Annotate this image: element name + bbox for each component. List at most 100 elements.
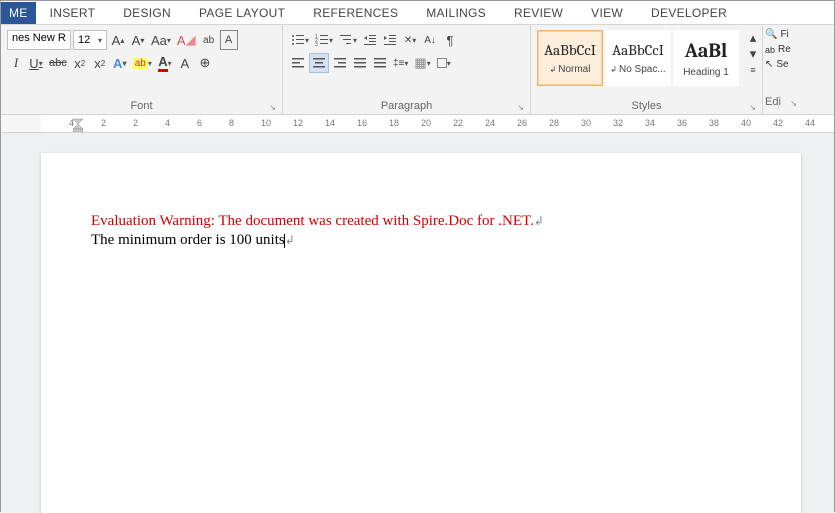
ruler-tick: 38 (709, 118, 719, 128)
increase-font-icon[interactable]: A▴ (109, 30, 127, 50)
ribbon: nes New R 12▾ A▴ A▾ Aa▾ A◢ ab A I U ▾ ab… (1, 25, 834, 115)
distributed-icon[interactable] (371, 53, 389, 73)
text-effects-icon[interactable]: A▾ (111, 53, 129, 73)
style-name-label: Heading 1 (683, 67, 729, 78)
select-icon: ↖ (765, 59, 773, 70)
style-preview-text: AaBbCcI (544, 41, 596, 59)
ruler-tick: 8 (229, 118, 234, 128)
show-paragraph-marks-icon[interactable]: ¶ (441, 30, 459, 50)
asian-layout-icon[interactable]: ✕▾ (401, 30, 419, 50)
superscript-icon[interactable]: x2 (91, 53, 109, 73)
bullets-icon[interactable]: ▾ (289, 30, 311, 50)
style-preview-text: AaBbCcI (612, 41, 664, 59)
ribbon-tabs: ME INSERT DESIGN PAGE LAYOUT REFERENCES … (1, 1, 834, 25)
character-shading-icon[interactable]: A (176, 53, 194, 73)
editing-group: 🔍Fi abRe ↖Se Edi (763, 25, 799, 114)
ruler-tick: 10 (261, 118, 271, 128)
align-left-icon[interactable] (289, 53, 307, 73)
ruler-tick: 24 (485, 118, 495, 128)
document-body-text[interactable]: The minimum order is 100 units↲ (91, 232, 741, 249)
styles-expand-icon[interactable]: ≡ (744, 62, 762, 78)
font-color-icon[interactable]: A▾ (156, 53, 174, 73)
ruler-tick: 36 (677, 118, 687, 128)
ruler-tick: 2 (133, 118, 138, 128)
sort-icon[interactable]: A↓ (421, 30, 439, 50)
styles-group-label: Styles (537, 98, 756, 114)
tab-view[interactable]: VIEW (577, 2, 637, 24)
ruler-tick: 30 (581, 118, 591, 128)
style-preview-text: AaBl (685, 39, 727, 62)
ruler-tick: 14 (325, 118, 335, 128)
find-button[interactable]: 🔍Fi (765, 29, 797, 40)
ruler-tick: 4 (165, 118, 170, 128)
document-area[interactable]: Evaluation Warning: The document was cre… (1, 133, 834, 513)
multilevel-list-icon[interactable]: ▾ (337, 30, 359, 50)
ruler-tick: 6 (197, 118, 202, 128)
underline-icon[interactable]: U ▾ (27, 53, 45, 73)
highlight-icon[interactable]: ab▾ (131, 53, 154, 73)
increase-indent-icon[interactable] (381, 30, 399, 50)
ruler-tick: 26 (517, 118, 527, 128)
tab-insert[interactable]: INSERT (36, 2, 110, 24)
style-heading1[interactable]: AaBl Heading 1 (673, 30, 739, 86)
style-name-label: ↲No Spac... (610, 64, 665, 75)
replace-button[interactable]: abRe (765, 44, 797, 55)
font-name-combo[interactable]: nes New R (7, 30, 71, 50)
horizontal-ruler[interactable]: 4224681012141618202224262830323436384042… (1, 115, 834, 133)
editing-group-label: Edi (765, 94, 797, 110)
clear-formatting-icon[interactable]: A◢ (175, 30, 198, 50)
styles-scroll-up-icon[interactable]: ▴ (744, 30, 762, 46)
strikethrough-icon[interactable]: abc (47, 53, 69, 73)
ruler-tick: 22 (453, 118, 463, 128)
style-name-label: ↲Normal (550, 64, 591, 75)
shading-icon[interactable]: ▦▾ (412, 53, 432, 73)
ruler-tick: 12 (293, 118, 303, 128)
numbering-icon[interactable]: 123▾ (313, 30, 335, 50)
decrease-indent-icon[interactable] (361, 30, 379, 50)
evaluation-warning-text: Evaluation Warning: The document was cre… (91, 213, 741, 230)
tab-mailings[interactable]: MAILINGS (412, 2, 500, 24)
ruler-tick: 18 (389, 118, 399, 128)
tab-page-layout[interactable]: PAGE LAYOUT (185, 2, 299, 24)
find-icon: 🔍 (765, 29, 777, 40)
ruler-tick: 20 (421, 118, 431, 128)
change-case-icon[interactable]: Aa▾ (149, 30, 173, 50)
character-border-icon[interactable]: A (220, 30, 238, 50)
italic-icon[interactable]: I (7, 53, 25, 73)
borders-icon[interactable]: ▾ (435, 53, 453, 73)
subscript-icon[interactable]: x2 (71, 53, 89, 73)
decrease-font-icon[interactable]: A▾ (129, 30, 147, 50)
font-size-combo[interactable]: 12▾ (73, 30, 107, 50)
select-button[interactable]: ↖Se (765, 59, 797, 70)
ruler-tick: 40 (741, 118, 751, 128)
ruler-tick: 34 (645, 118, 655, 128)
phonetic-guide-icon[interactable]: ab (200, 30, 218, 50)
enclose-chars-icon[interactable]: ⊕ (196, 53, 214, 73)
tab-home[interactable]: ME (1, 2, 36, 24)
styles-group: AaBbCcI ↲Normal AaBbCcI ↲No Spac... AaBl… (531, 25, 763, 114)
ruler-tick: 16 (357, 118, 367, 128)
font-group: nes New R 12▾ A▴ A▾ Aa▾ A◢ ab A I U ▾ ab… (1, 25, 283, 114)
indent-marker-icon[interactable] (73, 116, 83, 133)
style-no-spacing[interactable]: AaBbCcI ↲No Spac... (605, 30, 671, 86)
tab-developer[interactable]: DEVELOPER (637, 2, 741, 24)
paragraph-group: ▾ 123▾ ▾ ✕▾ A↓ ¶ (283, 25, 531, 114)
paragraph-group-label: Paragraph (289, 98, 524, 114)
ruler-tick: 28 (549, 118, 559, 128)
style-normal[interactable]: AaBbCcI ↲Normal (537, 30, 603, 86)
line-spacing-icon[interactable]: ‡≡▾ (391, 53, 410, 73)
replace-icon: ab (765, 45, 775, 55)
ruler-tick: 32 (613, 118, 623, 128)
tab-design[interactable]: DESIGN (109, 2, 185, 24)
justify-icon[interactable] (351, 53, 369, 73)
ruler-tick: 2 (101, 118, 106, 128)
tab-review[interactable]: REVIEW (500, 2, 577, 24)
ruler-tick: 42 (773, 118, 783, 128)
align-right-icon[interactable] (331, 53, 349, 73)
ruler-tick: 44 (805, 118, 815, 128)
document-page[interactable]: Evaluation Warning: The document was cre… (41, 153, 801, 513)
styles-scroll-down-icon[interactable]: ▾ (744, 46, 762, 62)
font-group-label: Font (7, 98, 276, 114)
tab-references[interactable]: REFERENCES (299, 2, 412, 24)
align-center-icon[interactable] (309, 53, 329, 73)
